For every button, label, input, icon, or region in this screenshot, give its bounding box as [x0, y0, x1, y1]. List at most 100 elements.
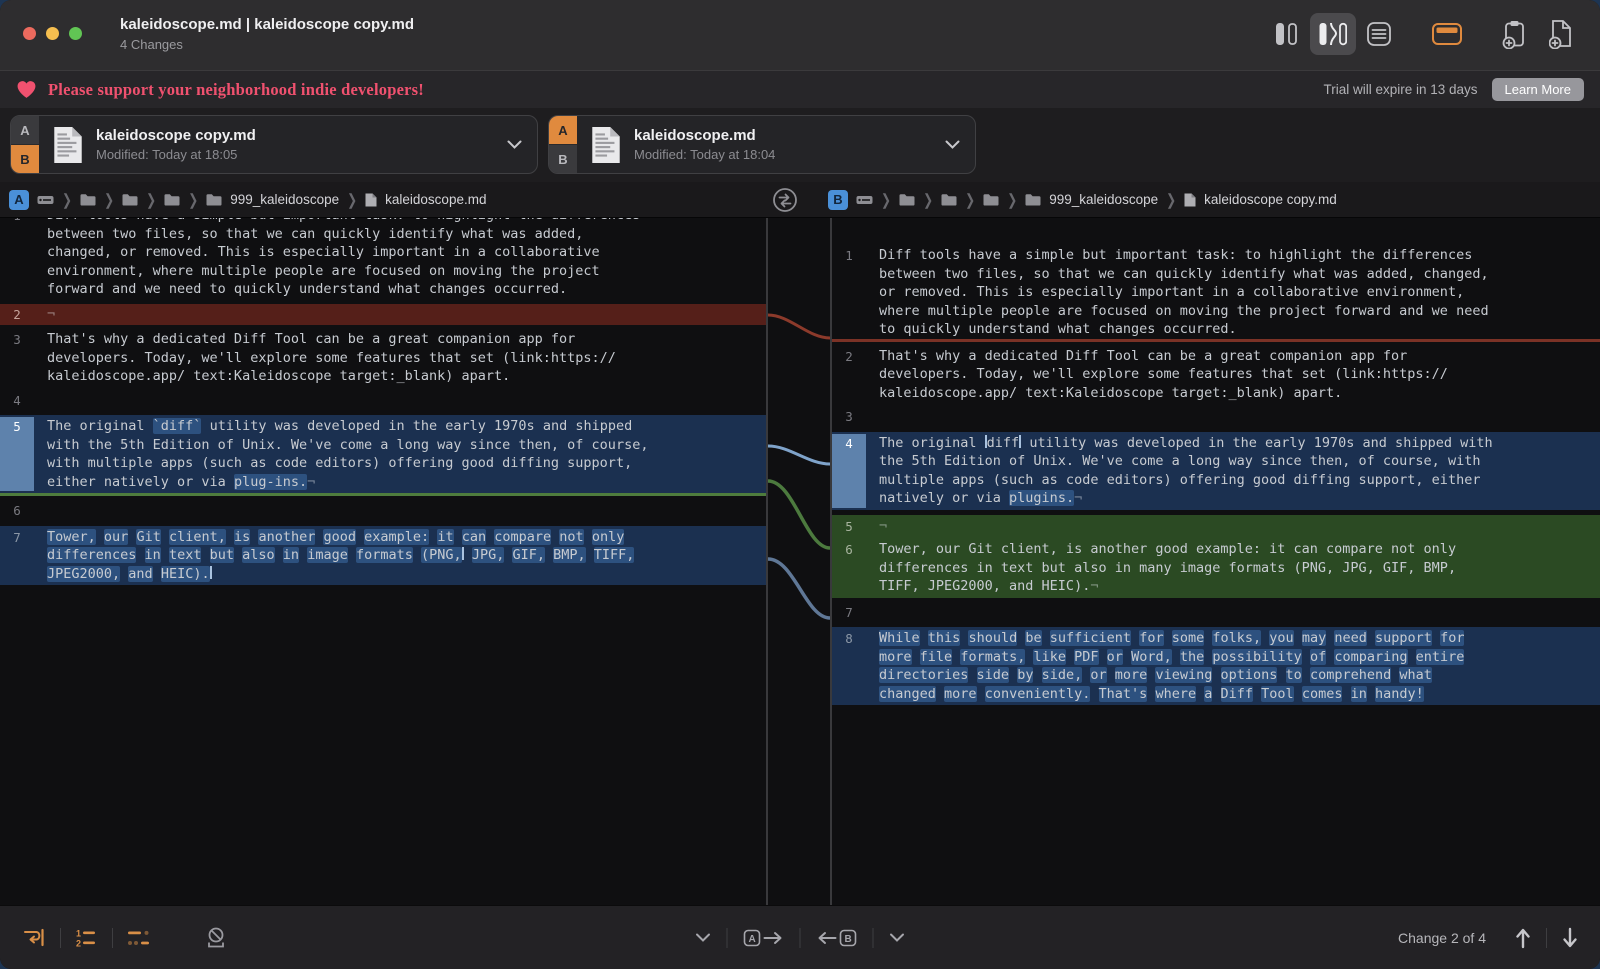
word-diff-highlight: handy!: [1375, 686, 1424, 702]
add-file-button[interactable]: [1538, 13, 1584, 55]
diff-line-normal[interactable]: 2That's why a dedicated Diff Tool can be…: [832, 347, 1600, 403]
word-diff-highlight: Tool: [1261, 686, 1294, 702]
add-clipboard-button[interactable]: [1492, 13, 1538, 55]
file-info-right: kaleidoscope.md Modified: Today at 18:04: [634, 127, 775, 162]
file-icon[interactable]: [365, 193, 377, 207]
copy-b-to-a-button[interactable]: B: [817, 928, 857, 948]
folder-icon[interactable]: [941, 193, 957, 206]
change-markers-button[interactable]: [127, 928, 151, 948]
breadcrumb-separator: ❯: [965, 190, 975, 208]
badge-b-active: B: [11, 145, 39, 173]
breadcrumb-folder-label[interactable]: 999_kaleidoscope: [230, 192, 339, 207]
previous-change-button[interactable]: [1515, 927, 1531, 949]
word-diff-highlight: in: [1351, 686, 1367, 702]
code-text: forward and we need to quickly understan…: [47, 281, 567, 297]
zoom-window-button[interactable]: [69, 27, 82, 40]
diff-line-normal[interactable]: 7: [832, 603, 1600, 623]
diff-line-changed[interactable]: 8While this should be sufficient for som…: [832, 627, 1600, 705]
diff-pane-left[interactable]: 1Diff tools have a simple but important …: [0, 218, 768, 905]
swap-files-button[interactable]: [772, 187, 798, 218]
code-text: changed, or removed. This is especially …: [47, 244, 600, 260]
word-diff-highlight: but: [210, 547, 234, 563]
text-row: The original diff utility was developed …: [879, 434, 1600, 453]
diff-line-changed[interactable]: 5The original `diff` utility was develop…: [0, 415, 766, 496]
copy-a-to-b-button[interactable]: A: [744, 928, 784, 948]
text-row: changed more conveniently. That's where …: [879, 685, 1600, 704]
word-diff-highlight: `diff`: [153, 418, 202, 434]
code-text: kaleidoscope.app/ text:Kaleidoscope targ…: [47, 368, 510, 384]
line-number: 4: [0, 391, 34, 411]
code-text: utility was developed in the early 1970s…: [1021, 435, 1492, 451]
line-number: 3: [832, 407, 866, 427]
text-row: the 5th Edition of Unix. We've come a lo…: [879, 452, 1600, 471]
view-fluid-button[interactable]: [1310, 13, 1356, 55]
file-selector-left[interactable]: A B kaleidoscope copy.md Modified: Today…: [10, 115, 538, 174]
line-numbers-button[interactable]: 1 2: [75, 928, 98, 948]
file-selector-right[interactable]: A B kaleidoscope.md Modified: Today at 1…: [548, 115, 976, 174]
line-text: [34, 501, 766, 521]
folder-icon[interactable]: [164, 193, 180, 206]
line-number: 6: [0, 501, 34, 521]
folder-icon[interactable]: [206, 193, 222, 206]
line-text: That's why a dedicated Diff Tool can be …: [34, 330, 766, 386]
diff-line-changed[interactable]: 7Tower, our Git client, is another good …: [0, 526, 766, 586]
line-number: 3: [0, 330, 34, 386]
folder-icon[interactable]: [1025, 193, 1041, 206]
file-icon[interactable]: [1184, 193, 1196, 207]
breadcrumb-folder-label[interactable]: 999_kaleidoscope: [1049, 192, 1158, 207]
line-text: [866, 407, 1600, 427]
collapse-right-button[interactable]: [890, 933, 905, 942]
diff-pane-right[interactable]: 1Diff tools have a simple but important …: [830, 218, 1600, 905]
view-unified-button[interactable]: [1356, 13, 1402, 55]
drive-icon[interactable]: [856, 193, 873, 207]
text-row: differences in text but also in image fo…: [47, 546, 766, 565]
folder-icon[interactable]: [80, 193, 96, 206]
svg-text:A: A: [749, 934, 756, 945]
line-number: 2: [832, 347, 866, 403]
line-text: That's why a dedicated Diff Tool can be …: [866, 347, 1600, 403]
diff-line-changed[interactable]: 4The original diff utility was developed…: [832, 432, 1600, 510]
word-diff-highlight: differences: [47, 547, 136, 563]
heart-icon: [16, 80, 37, 99]
status-bar: 1 2: [0, 905, 1600, 969]
diff-line-deleted[interactable]: 2¬: [0, 304, 766, 326]
changesets-button[interactable]: [1424, 13, 1470, 55]
chevron-down-icon[interactable]: [507, 140, 522, 149]
breadcrumb-separator: ❯: [146, 190, 156, 208]
folder-icon[interactable]: [899, 193, 915, 206]
learn-more-button[interactable]: Learn More: [1492, 78, 1584, 101]
next-change-button[interactable]: [1562, 927, 1578, 949]
breadcrumb-file-label[interactable]: kaleidoscope copy.md: [1204, 192, 1337, 207]
diff-line-normal[interactable]: 3That's why a dedicated Diff Tool can be…: [0, 330, 766, 386]
diff-line-added[interactable]: 6Tower, our Git client, is another good …: [832, 538, 1600, 598]
diff-line-normal[interactable]: 4: [0, 391, 766, 411]
text-row: forward and we need to quickly understan…: [47, 280, 766, 299]
word-diff-highlight: good: [323, 529, 356, 545]
code-text: to quickly understand what changes occur…: [879, 321, 1237, 337]
line-number: 8: [832, 629, 866, 703]
collapse-left-button[interactable]: [696, 933, 711, 942]
folder-icon[interactable]: [122, 193, 138, 206]
word-diff-highlight: image: [307, 547, 348, 563]
word-diff-highlight: is: [234, 529, 250, 545]
diff-line-normal[interactable]: 3: [832, 407, 1600, 427]
code-text: the 5th Edition of Unix. We've come a lo…: [879, 453, 1480, 469]
chevron-down-icon[interactable]: [945, 140, 960, 149]
diff-line-added[interactable]: 5¬: [832, 515, 1600, 539]
pane-b-badge: B: [828, 190, 848, 210]
text-wrap-button[interactable]: [22, 928, 46, 948]
word-diff-highlight: some: [1172, 630, 1205, 646]
view-blocks-button[interactable]: [1264, 13, 1310, 55]
text-row: to quickly understand what changes occur…: [879, 320, 1600, 339]
drive-icon[interactable]: [37, 193, 54, 207]
diff-line-normal[interactable]: 6: [0, 501, 766, 521]
word-diff-highlight: be: [1025, 630, 1041, 646]
folder-icon[interactable]: [983, 193, 999, 206]
word-diff-highlight: file: [920, 649, 953, 665]
diff-line-normal[interactable]: 1Diff tools have a simple but important …: [0, 218, 766, 299]
minimize-window-button[interactable]: [46, 27, 59, 40]
diff-line-normal[interactable]: 1Diff tools have a simple but important …: [832, 246, 1600, 342]
breadcrumb-file-label[interactable]: kaleidoscope.md: [385, 192, 486, 207]
close-window-button[interactable]: [23, 27, 36, 40]
hide-unchanged-button[interactable]: [205, 927, 227, 949]
